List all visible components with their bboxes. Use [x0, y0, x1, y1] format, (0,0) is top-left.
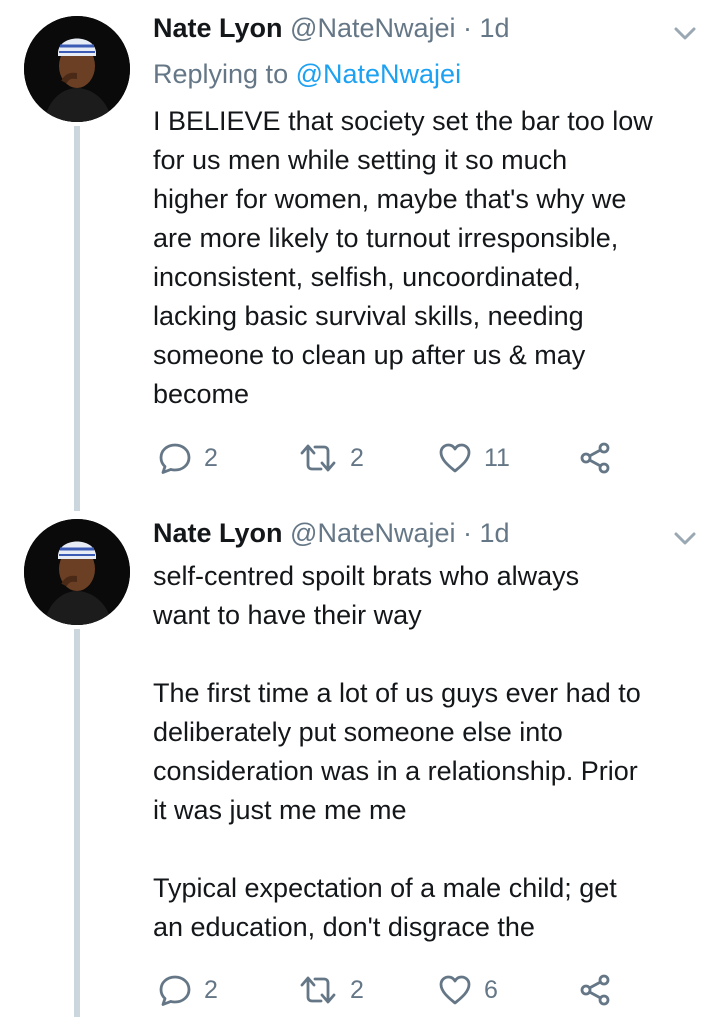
user-handle[interactable]: @NateNwajei — [290, 518, 455, 548]
separator-dot: · — [463, 13, 473, 43]
display-name[interactable]: Nate Lyon — [153, 13, 283, 43]
like-button[interactable]: 6 — [438, 970, 498, 1010]
tweet-actions: 2 2 11 — [153, 438, 673, 478]
retweet-icon — [300, 444, 336, 472]
reply-icon — [159, 443, 191, 474]
avatar[interactable] — [24, 519, 130, 625]
reply-count: 2 — [204, 443, 218, 472]
timestamp[interactable]: 1d — [480, 13, 510, 43]
like-icon — [439, 975, 471, 1005]
tweet-header: Nate Lyon @NateNwajei · 1d — [153, 513, 510, 553]
retweet-count: 2 — [350, 975, 364, 1004]
tweet-text: self-centred spoilt brats who always wan… — [153, 561, 641, 942]
reply-button[interactable]: 2 — [158, 970, 218, 1010]
tweet-text: I BELIEVE that society set the bar too l… — [153, 106, 653, 409]
separator-dot: · — [463, 518, 473, 548]
reply-count: 2 — [204, 975, 218, 1004]
like-icon — [439, 443, 471, 473]
chevron-down-icon[interactable] — [668, 521, 702, 555]
retweet-count: 2 — [350, 443, 364, 472]
user-handle[interactable]: @NateNwajei — [290, 13, 455, 43]
replying-to-handle[interactable]: @NateNwajei — [296, 59, 461, 89]
timestamp[interactable]: 1d — [480, 518, 510, 548]
tweet: Nate Lyon @NateNwajei · 1d Replying to @… — [0, 0, 720, 511]
reply-button[interactable]: 2 — [158, 438, 218, 478]
chevron-down-icon[interactable] — [668, 16, 702, 50]
reply-icon — [159, 975, 191, 1006]
replying-to-label: Replying to — [153, 59, 296, 89]
retweet-button[interactable]: 2 — [298, 438, 364, 478]
retweet-icon — [300, 976, 336, 1004]
like-button[interactable]: 11 — [438, 438, 510, 478]
replying-to: Replying to @NateNwajei — [153, 54, 461, 94]
avatar[interactable] — [24, 16, 130, 122]
thread-line — [74, 126, 80, 511]
like-count: 11 — [484, 443, 510, 472]
tweet-header: Nate Lyon @NateNwajei · 1d — [153, 8, 510, 48]
retweet-button[interactable]: 2 — [298, 970, 364, 1010]
tweet-actions: 2 2 6 — [153, 970, 673, 1010]
share-icon — [580, 442, 610, 474]
like-count: 6 — [484, 975, 498, 1004]
display-name[interactable]: Nate Lyon — [153, 518, 283, 548]
share-button[interactable] — [578, 970, 612, 1010]
tweet: Nate Lyon @NateNwajei · 1d self-centred … — [0, 505, 720, 1017]
thread-line — [74, 629, 80, 1017]
share-button[interactable] — [578, 438, 612, 478]
share-icon — [580, 974, 610, 1006]
